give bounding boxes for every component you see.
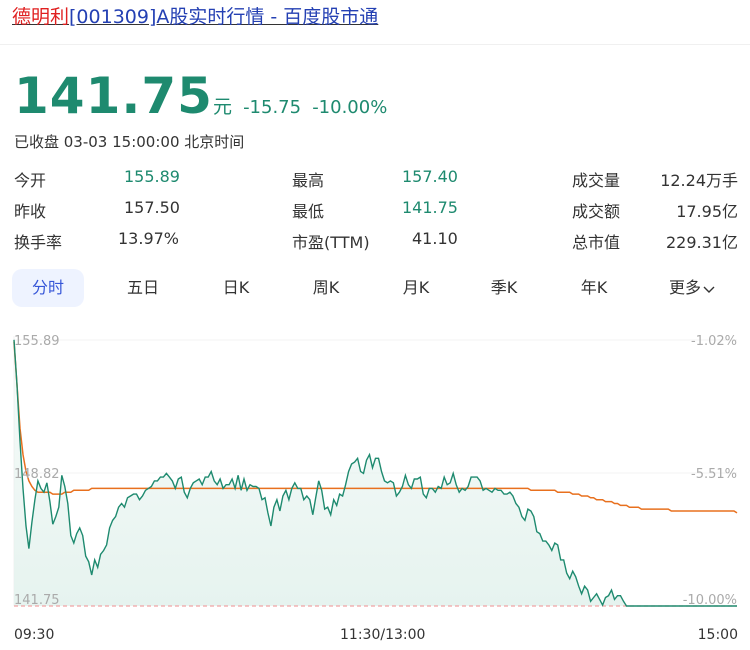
x-tick-label-midday: 11:30/13:00 xyxy=(340,627,426,643)
page-title-link[interactable]: 德明利[001309]A股实时行情 - 百度股市通 xyxy=(12,4,378,30)
quote-card: 141.75元 -15.75 -10.00% 已收盘 03-03 15:00:0… xyxy=(0,44,750,646)
price-unit: 元 xyxy=(212,96,232,118)
y-tick-label-left: 148.82 xyxy=(14,467,60,482)
tab-quarterly-k[interactable]: 季K xyxy=(468,269,540,307)
stats-row: 换手率 13.97% 市盈(TTM) 41.10 总市值 229.31亿 xyxy=(14,229,738,260)
stat-value: 157.50 xyxy=(124,198,180,217)
stat-label: 昨收 xyxy=(14,202,47,221)
stat-value: 41.10 xyxy=(412,229,458,248)
stat-label: 换手率 xyxy=(14,233,63,252)
period-tabs: 分时 五日 日K 周K 月K 季K 年K 更多 xyxy=(12,269,740,307)
stat-value: 155.89 xyxy=(124,167,180,186)
stats-row: 今开 155.89 最高 157.40 成交量 12.24万手 xyxy=(14,167,738,198)
tab-monthly-k[interactable]: 月K xyxy=(380,269,452,307)
tab-weekly-k[interactable]: 周K xyxy=(290,269,362,307)
tab-more-label: 更多 xyxy=(668,278,701,297)
tab-more[interactable]: 更多 xyxy=(652,269,732,307)
stat-label: 最低 xyxy=(292,202,325,221)
stat-value: 13.97% xyxy=(118,229,180,248)
chevron-down-icon xyxy=(703,286,715,293)
stat-label: 最高 xyxy=(292,171,325,190)
price-row: 141.75元 -15.75 -10.00% xyxy=(14,67,387,125)
stat-label: 总市值 xyxy=(572,233,621,252)
y-tick-label-right: -5.51% xyxy=(691,467,737,482)
stat-label: 成交额 xyxy=(572,202,621,221)
y-tick-label-left: 141.75 xyxy=(14,593,60,608)
stats-row: 昨收 157.50 最低 141.75 成交额 17.95亿 xyxy=(14,198,738,229)
stat-label: 今开 xyxy=(14,171,47,190)
stat-value: 12.24万手 xyxy=(660,171,738,190)
current-price: 141.75 xyxy=(14,67,213,125)
stat-value: 141.75 xyxy=(402,198,458,217)
stat-value: 157.40 xyxy=(402,167,458,186)
intraday-chart[interactable]: 155.89 148.82 141.75 -1.02% -5.51% -10.00% xyxy=(0,320,750,650)
price-change: -15.75 xyxy=(243,97,302,118)
price-change-pct: -10.00% xyxy=(312,97,388,118)
tab-five-day[interactable]: 五日 xyxy=(107,269,179,307)
stat-label: 成交量 xyxy=(572,171,621,190)
stat-label: 市盈(TTM) xyxy=(292,233,370,252)
x-tick-label-open: 09:30 xyxy=(14,627,55,643)
tab-yearly-k[interactable]: 年K xyxy=(558,269,630,307)
stat-value: 17.95亿 xyxy=(676,202,738,221)
page-title-rest: [001309]A股实时行情 - 百度股市通 xyxy=(69,6,379,28)
tab-daily-k[interactable]: 日K xyxy=(200,269,272,307)
y-tick-label-right: -10.00% xyxy=(683,593,737,608)
stat-value: 229.31亿 xyxy=(666,233,738,252)
y-tick-label-right: -1.02% xyxy=(691,334,737,349)
x-tick-label-close: 15:00 xyxy=(697,627,738,643)
tab-intraday[interactable]: 分时 xyxy=(12,269,84,307)
stats-grid: 今开 155.89 最高 157.40 成交量 12.24万手 昨收 157.5… xyxy=(14,167,738,260)
y-tick-label-left: 155.89 xyxy=(14,334,60,349)
stock-name-highlight: 德明利 xyxy=(12,6,70,28)
market-status: 已收盘 03-03 15:00:00 北京时间 xyxy=(14,133,245,151)
